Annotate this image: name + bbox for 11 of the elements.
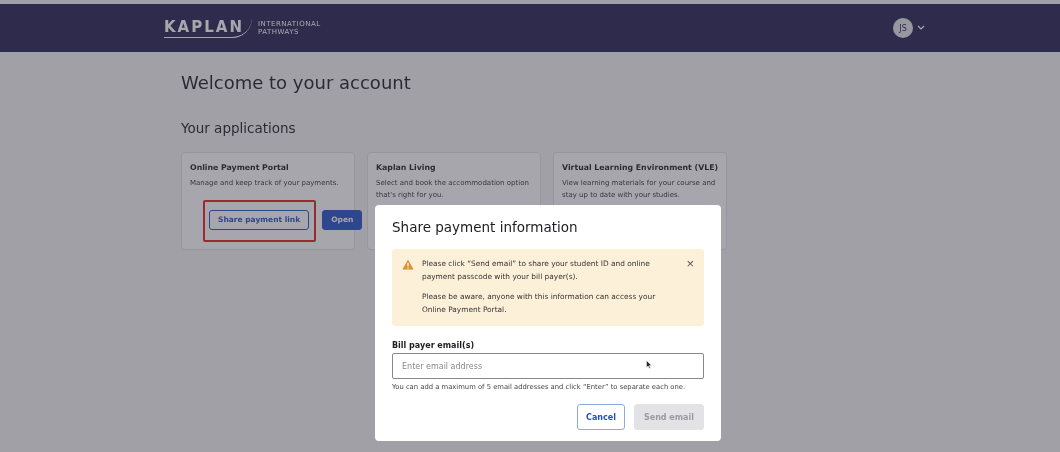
- chevron-down-icon[interactable]: [917, 25, 925, 31]
- page-title: Welcome to your account: [181, 72, 412, 93]
- section-heading: Your applications: [181, 120, 297, 136]
- email-input[interactable]: Enter email address: [392, 353, 704, 379]
- avatar[interactable]: JS: [893, 18, 913, 38]
- dialog-title: Share payment information: [392, 219, 579, 235]
- logo: KAPLAN: [164, 18, 252, 38]
- cancel-button[interactable]: Cancel: [577, 404, 625, 430]
- field-label: Bill payer email(s): [392, 341, 476, 350]
- close-button[interactable]: ×: [686, 257, 694, 271]
- warning-icon: [402, 259, 414, 270]
